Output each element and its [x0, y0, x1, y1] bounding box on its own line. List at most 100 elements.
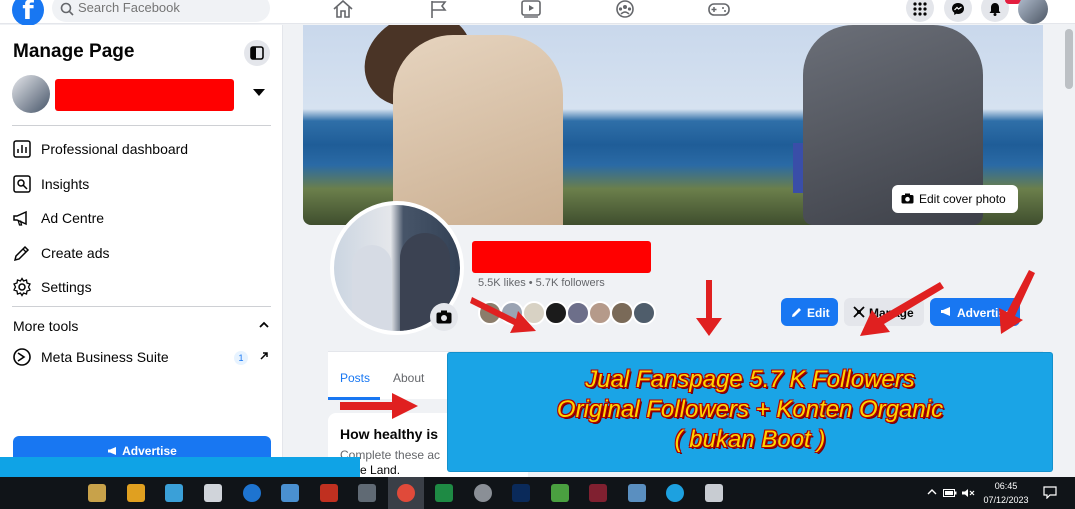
messenger-button[interactable]	[944, 0, 972, 22]
promo-line-3: ( bukan Boot )	[674, 426, 826, 453]
sidebar-item-label: Insights	[41, 176, 90, 192]
divider	[12, 125, 271, 126]
redacted-page-name	[55, 79, 234, 111]
taskbar-app-icon[interactable]	[666, 484, 684, 502]
clock-date[interactable]: 07/12/2023	[978, 495, 1034, 505]
scrollbar-thumb[interactable]	[1065, 29, 1073, 89]
sidebar-item-label: Settings	[41, 279, 92, 295]
facebook-logo[interactable]: f	[12, 0, 44, 26]
red-arrow-icon	[470, 297, 536, 333]
promo-overlay: Jual Fanspage 5.7 K Followers Original F…	[448, 353, 1052, 471]
chevron-up-icon[interactable]	[927, 488, 937, 496]
chrome-icon[interactable]	[397, 484, 415, 502]
notifications-button[interactable]	[981, 0, 1009, 22]
divider	[12, 306, 271, 307]
notification-center-icon[interactable]	[1043, 486, 1057, 499]
tab-about[interactable]: About	[393, 371, 424, 385]
sidebar-item-professional-dashboard[interactable]: Professional dashboard	[12, 134, 272, 164]
taskbar-app-icon[interactable]	[705, 484, 723, 502]
menu-grid-icon	[913, 2, 927, 16]
sidebar-item-label: Ad Centre	[41, 210, 105, 226]
edit-cover-photo-button[interactable]: Edit cover photo	[892, 185, 1018, 213]
sidebar-item-create-ads[interactable]: Create ads	[12, 238, 272, 268]
windows-taskbar	[0, 477, 1075, 509]
search-input[interactable]	[78, 0, 258, 15]
profile-figure-left	[352, 245, 392, 331]
health-card-title: How healthy is	[340, 426, 439, 442]
gear-icon	[13, 277, 31, 297]
volume-muted-icon[interactable]	[961, 488, 975, 498]
sidebar-item-label: Create ads	[41, 245, 110, 261]
chevron-up-icon[interactable]	[259, 321, 269, 329]
taskbar-app-icon[interactable]	[474, 484, 492, 502]
edit-label: Edit	[807, 306, 830, 320]
flag-icon[interactable]	[428, 0, 450, 18]
excel-icon[interactable]	[435, 484, 453, 502]
home-icon[interactable]	[332, 0, 354, 18]
taskbar-app-icon[interactable]	[628, 484, 646, 502]
taskbar-app-icon[interactable]	[551, 484, 569, 502]
search-box[interactable]	[52, 0, 270, 22]
collapse-sidebar-button[interactable]	[244, 40, 270, 66]
cover-figure-left	[393, 35, 563, 225]
sidebar-item-label: Meta Business Suite	[41, 349, 169, 365]
clock-time[interactable]: 06:45	[978, 481, 1034, 491]
red-arrow-icon	[696, 280, 722, 336]
tab-posts[interactable]: Posts	[340, 371, 370, 385]
page-scrollbar[interactable]	[1063, 25, 1075, 480]
sidebar-item-label: Professional dashboard	[41, 141, 189, 157]
sidebar-item-settings[interactable]: Settings	[12, 272, 272, 302]
gaming-icon[interactable]	[708, 0, 730, 18]
menu-grid-button[interactable]	[906, 0, 934, 22]
battery-icon[interactable]	[943, 488, 957, 498]
redacted-page-title	[472, 241, 651, 273]
video-icon[interactable]	[520, 0, 542, 18]
top-bar: f	[0, 0, 1075, 26]
dashboard-icon	[13, 140, 31, 158]
taskbar-app-icon[interactable]	[281, 484, 299, 502]
taskbar-app-icon[interactable]	[127, 484, 145, 502]
taskbar-app-icon[interactable]	[88, 484, 106, 502]
page-stats[interactable]: 5.5K likes • 5.7K followers	[478, 277, 605, 289]
photoshop-icon[interactable]	[512, 484, 530, 502]
follower-avatar[interactable]	[566, 301, 590, 325]
more-tools-heading[interactable]: More tools	[13, 318, 78, 334]
pencil-icon	[13, 245, 30, 262]
messenger-icon	[952, 3, 964, 15]
meta-business-suite-icon	[13, 348, 31, 366]
external-link-icon[interactable]	[259, 351, 269, 361]
red-arrow-icon	[999, 270, 1035, 334]
sidebar-title: Manage Page	[13, 41, 135, 62]
page-avatar[interactable]	[12, 75, 50, 113]
sidebar-item-insights[interactable]: Insights	[12, 169, 272, 199]
follower-avatar[interactable]	[632, 301, 656, 325]
groups-icon[interactable]	[614, 0, 636, 18]
megaphone-icon	[13, 210, 27, 226]
follower-avatar[interactable]	[544, 301, 568, 325]
sidebar-item-ad-centre[interactable]: Ad Centre	[12, 203, 272, 233]
advertise-label: Advertise	[122, 444, 177, 458]
meta-suite-badge: 1	[234, 351, 248, 365]
pencil-icon	[792, 308, 801, 317]
sidebar-item-meta-business-suite[interactable]: Meta Business Suite	[12, 342, 272, 372]
taskbar-app-icon[interactable]	[358, 484, 376, 502]
manage-page-sidebar: Manage Page Professional dashboard Insig…	[0, 25, 283, 480]
camera-icon	[901, 193, 914, 204]
taskbar-app-icon[interactable]	[589, 484, 607, 502]
edit-page-button[interactable]: Edit	[781, 298, 838, 326]
edit-cover-label: Edit cover photo	[919, 192, 1006, 206]
taskbar-app-icon[interactable]	[320, 484, 338, 502]
taskbar-app-icon[interactable]	[243, 484, 261, 502]
taskbar-app-icon[interactable]	[204, 484, 222, 502]
follower-avatar[interactable]	[610, 301, 634, 325]
taskbar-app-icon[interactable]	[165, 484, 183, 502]
page-switcher-caret-icon[interactable]	[253, 89, 265, 96]
insights-icon	[13, 175, 31, 193]
red-arrow-icon	[340, 393, 418, 419]
camera-icon	[436, 310, 452, 324]
red-arrow-icon	[860, 282, 944, 336]
follower-avatar[interactable]	[588, 301, 612, 325]
account-avatar[interactable]	[1018, 0, 1048, 24]
update-profile-picture-button[interactable]	[430, 303, 458, 331]
search-icon	[60, 2, 74, 16]
